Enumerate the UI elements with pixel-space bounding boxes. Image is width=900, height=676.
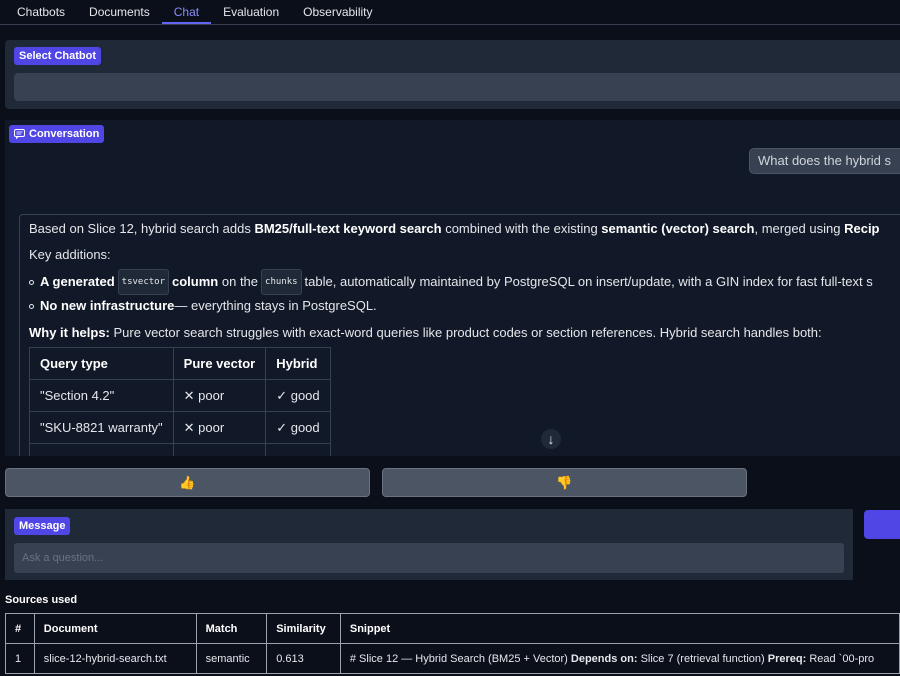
cell-document: slice-12-hybrid-search.txt (33, 643, 197, 674)
bot-intro: Based on Slice 12, hybrid search adds BM… (29, 221, 900, 236)
cell-query: "SKU-8821 warranty" (29, 411, 174, 444)
key-additions-list: A generated tsvector column on the chunk… (29, 269, 900, 317)
intro-bold-1: BM25/full-text keyword search (254, 221, 442, 236)
cell-query: "Section 4.2" (29, 379, 174, 412)
header-similarity: Similarity (266, 613, 341, 644)
snippet-text-3: Read `00-pro (806, 652, 875, 665)
tab-bar: Chatbots Documents Chat Evaluation Obser… (0, 0, 900, 25)
table-row: "Section 4.2" ✕ poor ✓ good (29, 379, 331, 412)
header-match: Match (195, 613, 268, 644)
key-additions-heading: Key additions: (29, 247, 111, 262)
bullet1-bold-2: column (172, 274, 219, 289)
tab-chat[interactable]: Chat (161, 0, 212, 24)
cell-match: semantic (195, 643, 268, 674)
intro-bold-2: semantic (vector) search (601, 221, 755, 236)
conversation-label: Conversation (9, 125, 105, 143)
conversation-panel: Conversation What does the hybrid s Base… (5, 120, 900, 456)
list-item: A generated tsvector column on the chunk… (29, 269, 900, 295)
why-text: Pure vector search struggles with exact-… (109, 325, 822, 340)
header-snippet: Snippet (339, 613, 900, 644)
table-header-row: Query type Pure vector Hybrid (29, 347, 331, 380)
cell-hybrid: ✓ good (265, 379, 331, 412)
query-type-table: Query type Pure vector Hybrid "Section 4… (29, 347, 331, 456)
sources-table: # Document Match Similarity Snippet 1 sl… (5, 613, 900, 674)
send-button[interactable] (864, 510, 900, 539)
intro-bold-3: Recip (844, 221, 880, 236)
arrow-down-icon[interactable]: ↓ (541, 429, 561, 449)
table-row: 1 slice-12-hybrid-search.txt semantic 0.… (5, 643, 900, 674)
message-input[interactable] (14, 543, 844, 573)
cell-pure-vector (172, 443, 267, 456)
tab-chatbots[interactable]: Chatbots (5, 0, 77, 24)
header-hybrid: Hybrid (265, 347, 331, 380)
header-num: # (5, 613, 35, 644)
bot-message: Based on Slice 12, hybrid search adds BM… (19, 214, 900, 456)
cell-similarity: 0.613 (266, 643, 341, 674)
snippet-text-2: Slice 7 (retrieval function) (637, 652, 768, 665)
cell-num: 1 (5, 643, 35, 674)
why-it-helps: Why it helps: Pure vector search struggl… (29, 325, 900, 340)
table-row (29, 443, 331, 456)
bullet1-text-2: table, automatically maintained by Postg… (304, 274, 873, 289)
conversation-label-text: Conversation (29, 128, 100, 140)
header-document: Document (33, 613, 197, 644)
why-bold: Why it helps: (29, 325, 110, 340)
cell-hybrid: ✓ good (265, 411, 331, 444)
snippet-text: # Slice 12 — Hybrid Search (BM25 + Vecto… (349, 652, 571, 665)
tab-observability[interactable]: Observability (291, 0, 384, 24)
snippet-bold: Depends on: (570, 652, 638, 665)
header-pure-vector: Pure vector (172, 347, 267, 380)
select-chatbot-label: Select Chatbot (14, 47, 102, 65)
list-item: No new infrastructure — everything stays… (29, 295, 900, 317)
cell-pure-vector: ✕ poor (172, 411, 267, 444)
tab-documents[interactable]: Documents (77, 0, 162, 24)
bullet-icon (29, 279, 34, 285)
thumbs-up-button[interactable]: 👍 (5, 468, 370, 497)
table-row: "SKU-8821 warranty" ✕ poor ✓ good (29, 411, 331, 444)
cell-pure-vector: ✕ poor (172, 379, 267, 412)
cell-snippet: # Slice 12 — Hybrid Search (BM25 + Vecto… (339, 643, 900, 674)
select-chatbot-label-text: Select Chatbot (19, 50, 97, 62)
app-root: Chatbots Documents Chat Evaluation Obser… (0, 0, 900, 676)
snippet-bold-2: Prereq: (767, 652, 807, 665)
sources-title: Sources used (5, 594, 78, 606)
intro-text-3: , merged using (754, 221, 845, 236)
cell-hybrid (265, 443, 331, 456)
bullet2-bold: No new infrastructure (40, 298, 175, 313)
tab-evaluation[interactable]: Evaluation (211, 0, 291, 24)
message-label-text: Message (19, 520, 66, 532)
chatbot-dropdown[interactable] (14, 73, 900, 101)
header-query-type: Query type (29, 347, 174, 380)
message-label: Message (14, 517, 71, 535)
bullet-icon (29, 303, 34, 309)
bullet1-text: on the (221, 274, 259, 289)
bullet2-text: — everything stays in PostgreSQL. (174, 298, 377, 313)
thumbs-down-button[interactable]: 👎 (382, 468, 747, 497)
table-header-row: # Document Match Similarity Snippet (5, 613, 900, 644)
code-chunks: chunks (261, 269, 302, 295)
intro-text-2: combined with the existing (441, 221, 602, 236)
user-message-bubble: What does the hybrid s (749, 148, 900, 174)
message-panel: Message (5, 509, 853, 580)
bullet1-bold: A generated (40, 274, 115, 289)
thumbs-down-icon: 👎 (556, 474, 573, 490)
code-tsvector: tsvector (117, 269, 170, 295)
select-chatbot-panel: Select Chatbot (5, 40, 900, 109)
chat-icon (14, 129, 25, 139)
thumbs-up-icon: 👍 (179, 474, 196, 490)
intro-text: Based on Slice 12, hybrid search adds (29, 221, 255, 236)
cell-query (29, 443, 174, 456)
